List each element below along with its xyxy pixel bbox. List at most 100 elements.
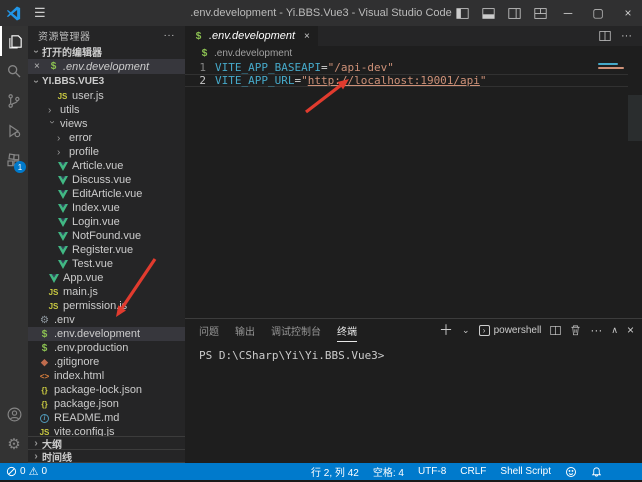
kill-terminal-trash-icon[interactable] (570, 324, 581, 336)
menu-hamburger-icon[interactable]: ☰ (26, 5, 54, 21)
vue-file-icon (58, 218, 68, 227)
tree-item-package-lock.json[interactable]: {}package-lock.json (28, 383, 185, 397)
tree-item-Register.vue[interactable]: Register.vue (28, 243, 185, 257)
customize-layout-icon[interactable] (528, 2, 552, 24)
tree-item-label: App.vue (63, 272, 103, 284)
tree-item-NotFound.vue[interactable]: NotFound.vue (28, 229, 185, 243)
explorer-actions-icon[interactable]: ··· (164, 30, 176, 41)
maximize-button[interactable]: ▢ (584, 1, 612, 25)
account-icon[interactable] (0, 399, 28, 429)
source-control-icon[interactable] (0, 86, 28, 116)
open-editors-header[interactable]: › 打开的编辑器 (28, 44, 185, 59)
cursor-position[interactable]: 行 2, 列 42 (311, 464, 359, 479)
settings-gear-icon[interactable]: ⚙ (0, 429, 28, 459)
panel-tab-输出[interactable]: 输出 (235, 319, 255, 341)
editor-group: $ .env.development × ··· $ .env.developm… (185, 26, 642, 463)
code-editor[interactable]: 1VITE_APP_BASEAPI="/api-dev"2VITE_APP_UR… (185, 61, 642, 318)
editor-tab-bar: $ .env.development × ··· (185, 26, 642, 46)
title-bar: ☰ .env.development - Yi.BBS.Vue3 - Visua… (0, 0, 642, 26)
shell-file-icon: $ (199, 48, 210, 59)
token-operator: = (321, 61, 328, 74)
code-lines: 1VITE_APP_BASEAPI="/api-dev"2VITE_APP_UR… (185, 61, 642, 87)
tree-item-.env.development[interactable]: $.env.development (28, 327, 185, 341)
problems-status[interactable]: 0 ⚠ 0 (6, 465, 47, 478)
chevron-down-icon: › (31, 76, 42, 88)
tree-item-package.json[interactable]: {}package.json (28, 397, 185, 411)
tree-item-.env.production[interactable]: $.env.production (28, 341, 185, 355)
tab-env-development[interactable]: $ .env.development × (185, 26, 318, 46)
open-editor-item[interactable]: × $ .env.development (28, 59, 185, 74)
explorer-icon[interactable] (0, 26, 28, 56)
panel-tab-调试控制台[interactable]: 调试控制台 (271, 319, 321, 341)
tree-item-index.html[interactable]: <>index.html (28, 369, 185, 383)
vue-file-icon (58, 162, 68, 171)
close-icon[interactable]: × (34, 61, 44, 72)
tree-item-.gitignore[interactable]: ◆.gitignore (28, 355, 185, 369)
close-panel-icon[interactable]: × (627, 323, 634, 337)
vue-file-icon (57, 232, 68, 241)
minimap[interactable] (598, 61, 628, 121)
project-root-header[interactable]: › YI.BBS.VUE3 (28, 74, 185, 89)
tree-item-EditArticle.vue[interactable]: EditArticle.vue (28, 187, 185, 201)
tree-item-Index.vue[interactable]: Index.vue (28, 201, 185, 215)
tree-item-vite.config.js[interactable]: JSvite.config.js (28, 425, 185, 436)
close-button[interactable]: × (614, 1, 642, 25)
tree-item-Test.vue[interactable]: Test.vue (28, 257, 185, 271)
errors-icon (6, 466, 17, 477)
tree-item-views[interactable]: ›views (28, 117, 185, 131)
notifications-bell-icon[interactable] (591, 466, 602, 478)
new-terminal-icon[interactable]: ＋ (439, 320, 453, 340)
panel-more-actions-icon[interactable]: ··· (590, 323, 602, 337)
tree-item-.env[interactable]: ⚙.env (28, 313, 185, 327)
code-line-2[interactable]: 2VITE_APP_URL="http://localhost:19001/ap… (185, 74, 642, 87)
breadcrumb[interactable]: $ .env.development (185, 46, 642, 61)
split-editor-icon[interactable] (599, 30, 611, 42)
terminal-dropdown-icon[interactable]: ⌄ (462, 325, 470, 336)
toggle-sidebar-icon[interactable] (450, 2, 474, 24)
toggle-panel-icon[interactable] (476, 2, 500, 24)
panel-tab-问题[interactable]: 问题 (199, 319, 219, 341)
encoding[interactable]: UTF-8 (418, 466, 446, 477)
vue-file-icon (57, 190, 68, 199)
editor-scrollbar[interactable] (628, 61, 642, 318)
tree-item-Article.vue[interactable]: Article.vue (28, 159, 185, 173)
token-string: " (301, 74, 308, 87)
vscode-logo-icon (0, 6, 26, 21)
tree-item-main.js[interactable]: JSmain.js (28, 285, 185, 299)
maximize-panel-icon[interactable]: ∧ (611, 325, 618, 336)
search-icon[interactable] (0, 56, 28, 86)
timeline-section-header[interactable]: › 时间线 (28, 450, 185, 463)
tree-item-README.md[interactable]: iREADME.md (28, 411, 185, 425)
extensions-icon[interactable]: 1 (0, 146, 28, 176)
tree-item-user.js[interactable]: JSuser.js (28, 89, 185, 103)
split-terminal-icon[interactable] (550, 325, 561, 336)
indentation[interactable]: 空格: 4 (373, 464, 404, 479)
terminal-output[interactable]: PS D:\CSharp\Yi\Yi.BBS.Vue3> (185, 341, 642, 362)
minimize-button[interactable]: ─ (554, 1, 582, 25)
tree-item-utils[interactable]: ›utils (28, 103, 185, 117)
language-mode[interactable]: Shell Script (500, 466, 551, 477)
tree-item-error[interactable]: ›error (28, 131, 185, 145)
tree-item-label: package.json (54, 398, 119, 410)
tree-item-permission.js[interactable]: JSpermission.js (28, 299, 185, 313)
js-file-icon: JS (57, 92, 68, 101)
editor-more-actions-icon[interactable]: ··· (621, 30, 632, 42)
terminal-instance[interactable]: › powershell (479, 325, 542, 336)
feedback-icon[interactable] (565, 466, 577, 478)
run-debug-icon[interactable] (0, 116, 28, 146)
token-variable: VITE_APP_URL (215, 74, 294, 87)
tree-item-label: Login.vue (72, 216, 120, 228)
panel-tab-终端[interactable]: 终端 (337, 319, 357, 342)
tree-item-label: EditArticle.vue (72, 188, 142, 200)
tree-item-Login.vue[interactable]: Login.vue (28, 215, 185, 229)
eol-sequence[interactable]: CRLF (460, 466, 486, 477)
toggle-secondary-sidebar-icon[interactable] (502, 2, 526, 24)
tree-item-profile[interactable]: ›profile (28, 145, 185, 159)
code-line-1[interactable]: 1VITE_APP_BASEAPI="/api-dev" (185, 61, 642, 74)
tree-item-Discuss.vue[interactable]: Discuss.vue (28, 173, 185, 187)
tree-item-label: main.js (63, 286, 98, 298)
vue-file-icon (58, 204, 68, 213)
tab-close-icon[interactable]: × (304, 31, 310, 42)
token-string-link: http://localhost:19001/api (308, 74, 480, 87)
tree-item-App.vue[interactable]: App.vue (28, 271, 185, 285)
